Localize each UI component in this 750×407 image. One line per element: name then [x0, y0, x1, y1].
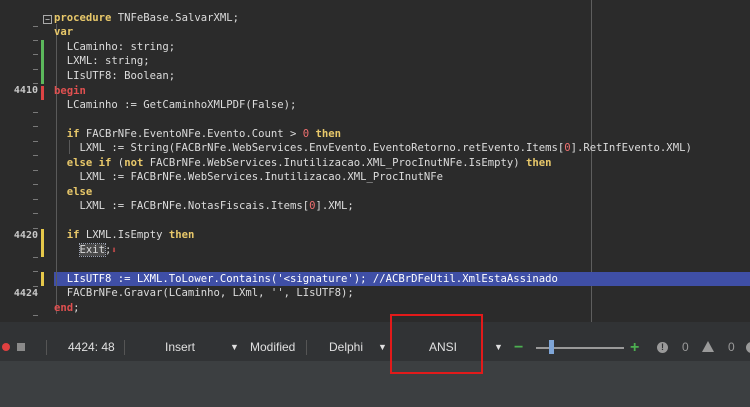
gutter-dash [33, 141, 38, 142]
status-separator [306, 340, 307, 355]
zoom-in-button[interactable]: + [630, 334, 639, 361]
warning-count: 0 [728, 340, 735, 354]
warning-icon[interactable] [702, 341, 714, 352]
gutter-dash [33, 40, 38, 41]
code-line[interactable]: LXML: string; [54, 54, 150, 69]
code-line[interactable]: if FACBrNFe.EventoNFe.Evento.Count > 0 t… [54, 127, 341, 142]
record-macro-icon[interactable] [2, 343, 10, 351]
line-number: 4420 [13, 230, 38, 241]
gutter-dash [33, 199, 38, 200]
gutter-dash [33, 213, 38, 214]
unsaved-change-marker [41, 229, 44, 257]
zoom-out-button[interactable]: − [514, 334, 523, 361]
language-dropdown-icon[interactable]: ▼ [378, 334, 387, 361]
line-number: 4424 [13, 288, 38, 299]
hint-icon[interactable] [746, 342, 750, 353]
code-line[interactable]: begin [54, 84, 86, 99]
code-line[interactable]: LXML := FACBrNFe.NotasFiscais.Items[0].X… [54, 199, 354, 214]
status-separator [46, 340, 47, 355]
unsaved-change-marker [41, 272, 44, 286]
code-line[interactable]: else if (not FACBrNFe.WebServices.Inutil… [54, 156, 552, 171]
annotation-highlight-box [390, 314, 483, 374]
bottom-panel [0, 361, 750, 407]
code-line[interactable]: LXML := FACBrNFe.WebServices.Inutilizaca… [54, 170, 444, 185]
fold-collapse-icon[interactable]: − [43, 15, 52, 24]
stop-macro-icon[interactable] [17, 343, 25, 351]
code-line[interactable]: LCaminho := GetCaminhoXMLPDF(False); [54, 98, 297, 113]
code-line[interactable]: LIsUTF8: Boolean; [54, 69, 175, 84]
code-line[interactable]: Exit;⬇ [54, 243, 117, 259]
gutter-dash [33, 126, 38, 127]
encoding-dropdown-icon[interactable]: ▼ [494, 334, 503, 361]
gutter-dash [33, 271, 38, 272]
gutter-dash [33, 257, 38, 258]
gutter-dash [33, 315, 38, 316]
language-selector[interactable]: Delphi [329, 334, 363, 361]
code-line[interactable]: LCaminho: string; [54, 40, 175, 55]
insert-mode[interactable]: Insert [165, 334, 195, 361]
status-separator [124, 340, 125, 355]
line-number-gutter [0, 0, 40, 322]
gutter-dash [33, 112, 38, 113]
line-number: 4410 [13, 85, 38, 96]
cursor-position: 4424: 48 [68, 340, 115, 354]
code-editor[interactable]: − 4410 4420 4424 procedure TNFeBase.Salv… [0, 0, 750, 322]
code-line[interactable]: LXML := String(FACBrNFe.WebServices.EnvE… [54, 141, 692, 156]
code-line[interactable]: end; [54, 301, 80, 316]
gutter-dash [33, 26, 38, 27]
gutter-dash [33, 155, 38, 156]
saved-change-marker [41, 40, 44, 84]
status-bar: 4424: 48 Insert ▼ Modified Delphi ▼ ANSI… [0, 334, 750, 361]
gutter-dash [33, 184, 38, 185]
code-line[interactable]: FACBrNFe.Gravar(LCaminho, LXml, '', LIsU… [54, 286, 354, 301]
code-line[interactable]: if LXML.IsEmpty then [54, 228, 195, 243]
code-line[interactable]: var [54, 25, 73, 40]
code-line[interactable]: LIsUTF8 := LXML.ToLower.Contains('<signa… [54, 272, 558, 287]
gutter-dash [33, 170, 38, 171]
change-marker [41, 86, 44, 100]
error-icon[interactable]: ! [657, 342, 668, 353]
insert-mode-dropdown-icon[interactable]: ▼ [230, 334, 239, 361]
gutter-dash [33, 54, 38, 55]
error-count: 0 [682, 340, 689, 354]
editor-bottom-gap [0, 322, 750, 334]
modified-indicator: Modified [250, 340, 296, 354]
zoom-slider-thumb[interactable] [549, 340, 554, 354]
code-line[interactable]: procedure TNFeBase.SalvarXML; [54, 11, 239, 26]
gutter-dash [33, 69, 38, 70]
code-line[interactable]: else [54, 185, 93, 200]
